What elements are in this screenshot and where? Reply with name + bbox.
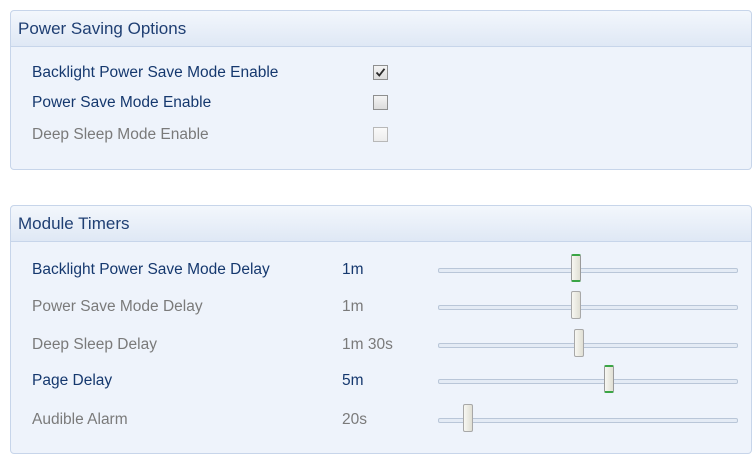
- backlight-power-save-enable-row: Backlight Power Save Mode Enable: [32, 62, 751, 84]
- slider-thumb[interactable]: [571, 254, 581, 282]
- timer-label-deep-sleep: Deep Sleep Delay: [32, 336, 157, 353]
- deep-sleep-mode-enable-row: Deep Sleep Mode Enable: [32, 124, 751, 146]
- slider-track: [438, 305, 738, 310]
- timer-row-audible-alarm: Audible Alarm 20s: [32, 404, 751, 432]
- slider-track: [438, 379, 738, 384]
- timer-value-audible-alarm: 20s: [342, 411, 367, 428]
- timer-label-backlight: Backlight Power Save Mode Delay: [32, 261, 270, 278]
- slider-page-delay[interactable]: [438, 365, 738, 393]
- slider-audible-alarm[interactable]: [438, 404, 738, 432]
- power-save-mode-enable-checkbox[interactable]: [373, 95, 388, 110]
- slider-power-save-delay[interactable]: [438, 291, 738, 319]
- timer-value-deep-sleep: 1m 30s: [342, 336, 393, 353]
- timer-row-backlight: Backlight Power Save Mode Delay 1m: [32, 254, 751, 282]
- checkmark-icon: [375, 68, 386, 77]
- timer-value-power-save: 1m: [342, 298, 364, 315]
- slider-thumb[interactable]: [604, 365, 614, 393]
- module-timers-header: Module Timers: [11, 206, 751, 242]
- deep-sleep-mode-enable-checkbox[interactable]: [373, 127, 388, 142]
- slider-thumb[interactable]: [463, 404, 473, 432]
- slider-thumb[interactable]: [574, 329, 584, 357]
- timer-value-page-delay: 5m: [342, 372, 364, 389]
- slider-track: [438, 343, 738, 348]
- timer-label-page-delay: Page Delay: [32, 372, 113, 389]
- slider-backlight-delay[interactable]: [438, 254, 738, 282]
- power-saving-options-header: Power Saving Options: [11, 11, 751, 47]
- timer-row-page-delay: Page Delay 5m: [32, 365, 751, 393]
- slider-thumb[interactable]: [571, 291, 581, 319]
- timer-row-power-save: Power Save Mode Delay 1m: [32, 291, 751, 319]
- slider-track: [438, 268, 738, 273]
- timer-value-backlight: 1m: [342, 261, 364, 278]
- timer-label-audible-alarm: Audible Alarm: [32, 411, 128, 428]
- backlight-power-save-enable-label: Backlight Power Save Mode Enable: [32, 64, 279, 81]
- timer-row-deep-sleep: Deep Sleep Delay 1m 30s: [32, 329, 751, 357]
- slider-deep-sleep-delay[interactable]: [438, 329, 738, 357]
- deep-sleep-mode-enable-label: Deep Sleep Mode Enable: [32, 126, 209, 143]
- slider-track: [438, 418, 738, 423]
- module-timers-panel: Module Timers Backlight Power Save Mode …: [10, 205, 752, 454]
- power-save-mode-enable-row: Power Save Mode Enable: [32, 92, 751, 114]
- power-saving-options-panel: Power Saving Options Backlight Power Sav…: [10, 10, 752, 170]
- power-save-mode-enable-label: Power Save Mode Enable: [32, 94, 212, 111]
- backlight-power-save-enable-checkbox[interactable]: [373, 65, 388, 80]
- timer-label-power-save: Power Save Mode Delay: [32, 298, 203, 315]
